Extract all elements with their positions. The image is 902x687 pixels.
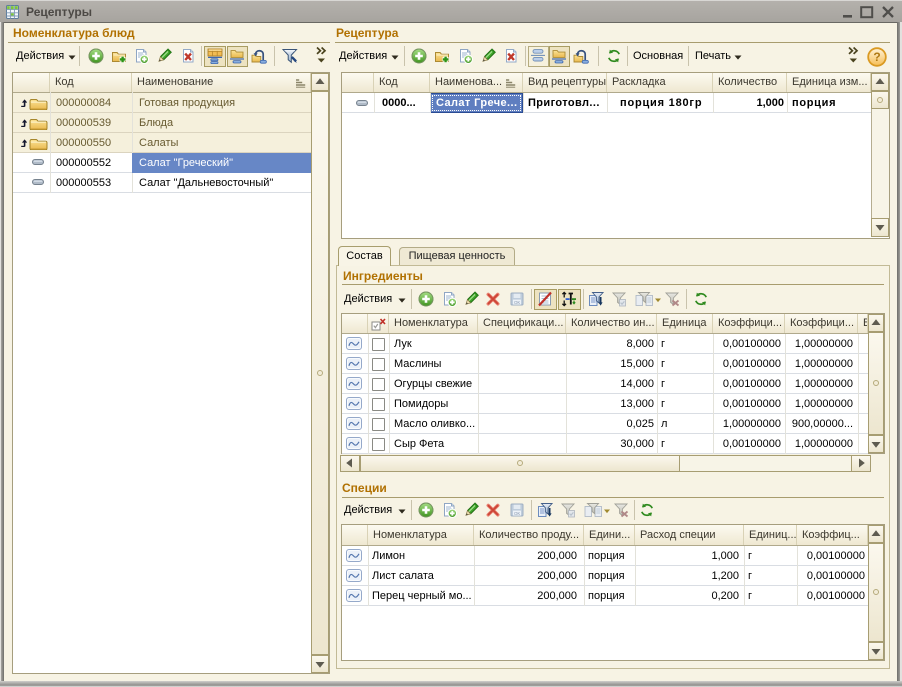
svg-text:ОК: ОК — [514, 300, 520, 305]
svg-text:ОК: ОК — [514, 511, 520, 516]
svg-text:?: ? — [873, 50, 880, 64]
